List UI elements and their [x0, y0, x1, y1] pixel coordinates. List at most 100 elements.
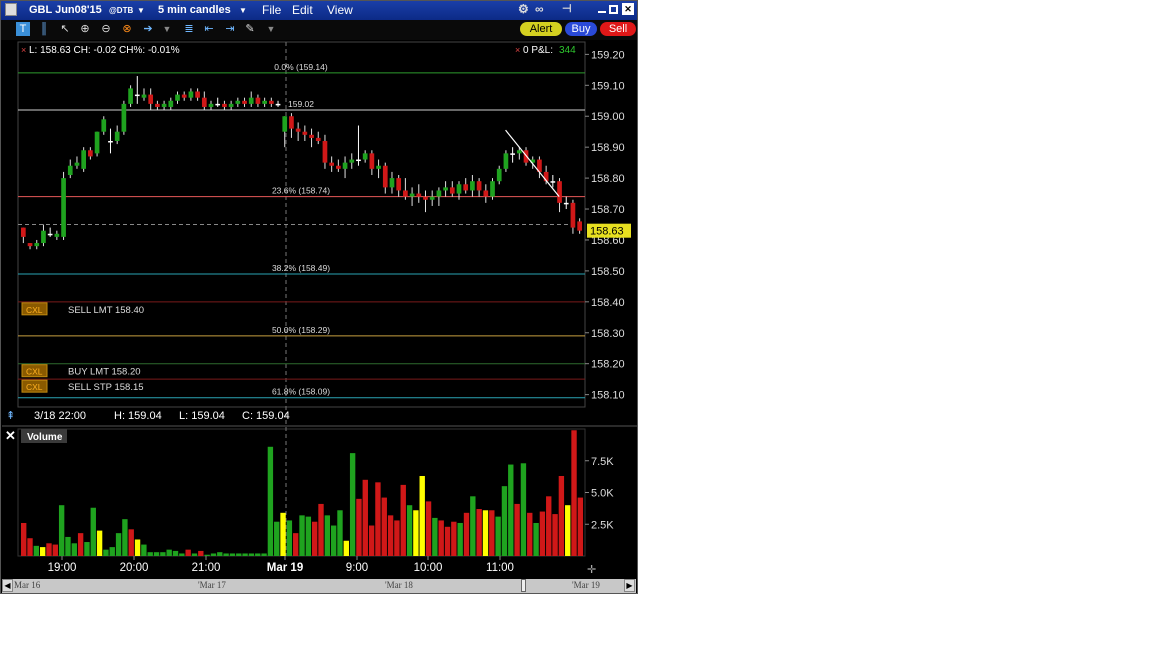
volume-bar [90, 507, 96, 556]
volume-bar [210, 553, 217, 556]
candle-body [67, 165, 73, 176]
candle-body [516, 150, 522, 154]
volume-bar [432, 517, 438, 556]
candle-body [168, 100, 174, 107]
candle-body [557, 181, 562, 203]
order-label: SELL STP 158.15 [68, 382, 144, 393]
y-tick-label: 158.70 [591, 204, 625, 216]
volume-bar [438, 520, 444, 556]
volume-bar [520, 463, 527, 556]
candle-body [101, 119, 107, 132]
volume-bar [52, 544, 59, 556]
cancel-order-label: CXL [26, 305, 43, 315]
volume-bar [565, 505, 571, 556]
volume-bar [457, 522, 463, 556]
volume-bar [166, 549, 172, 556]
volume-bar [476, 509, 482, 556]
candle-body [550, 181, 556, 183]
scroll-label-mar18: 'Mar 18 [385, 580, 413, 590]
volume-bar [343, 540, 349, 556]
candle-body [128, 88, 133, 104]
volume-bar [229, 553, 236, 556]
candle-body [416, 193, 422, 197]
volume-bar [558, 475, 565, 556]
volume-bar [122, 519, 128, 556]
candle-body [289, 116, 294, 129]
x-tick-label: 10:00 [414, 562, 443, 574]
candle-body [423, 196, 428, 200]
volume-bar [508, 464, 514, 556]
volume-bar [419, 475, 425, 556]
close-pnl-icon[interactable]: × [515, 45, 520, 55]
ohlc-high: H: 159.04 [114, 410, 162, 422]
volume-bar [223, 553, 229, 556]
volume-bar [128, 529, 134, 556]
y-tick-label: 158.40 [591, 297, 625, 309]
candle-body [148, 94, 154, 104]
candle-body [175, 94, 180, 101]
volume-bar [311, 521, 318, 556]
candle-body [496, 168, 502, 182]
candle-body [134, 94, 140, 97]
pnl-value: 344 [559, 45, 576, 56]
trend-line [505, 129, 560, 198]
volume-bar [261, 553, 267, 556]
x-tick-label: 11:00 [486, 562, 514, 574]
volume-bar [495, 516, 501, 556]
candle-body [61, 178, 66, 237]
move-handle-icon[interactable]: ✛ [587, 564, 596, 576]
order-label: SELL LMT 158.40 [68, 305, 144, 316]
volume-bar [77, 533, 84, 556]
pnl-label: 0 P&L: [523, 45, 553, 56]
y-tick-label: 159.20 [591, 49, 625, 61]
volume-bar [286, 520, 293, 556]
candle-body [81, 150, 87, 169]
level-label: 159.02 [288, 99, 314, 109]
x-tick-label: Mar 19 [267, 562, 303, 574]
volume-bar [248, 553, 255, 556]
volume-bar [217, 552, 223, 556]
crosshair-pin-icon[interactable]: ⇞ [6, 410, 15, 422]
candle-body [114, 131, 120, 141]
volume-bar [109, 547, 115, 556]
volume-bar [58, 505, 65, 556]
y-tick-label: 158.10 [591, 390, 625, 402]
volume-bar [330, 525, 337, 556]
candle-body [47, 233, 53, 236]
candle-body [94, 131, 100, 154]
volume-bar [191, 553, 198, 556]
volume-bar [267, 446, 274, 556]
y-tick-label: 158.50 [591, 266, 625, 278]
volume-bar [451, 521, 457, 556]
volume-bar [337, 510, 343, 556]
candle-body [74, 162, 80, 166]
candle-body [369, 153, 375, 169]
volume-bar [242, 553, 248, 556]
volume-bar [381, 497, 387, 556]
candle-body [27, 243, 33, 247]
price-chart[interactable]: 0.0% (159.14) 159.02 23.6% (158.74) 38.2% (… [1, 1, 637, 579]
volume-bar [27, 538, 33, 556]
volume-bar [368, 525, 375, 556]
volume-bar [160, 552, 166, 556]
time-scrollbar[interactable]: ◀ Mar 16 'Mar 17 'Mar 18 'Mar 19 ▶ [2, 579, 636, 593]
x-tick-label: 21:00 [192, 562, 221, 574]
level-label: 0.0% (159.14) [274, 62, 328, 72]
volume-bar [21, 522, 27, 556]
candle-body [315, 137, 321, 141]
volume-bar [46, 543, 52, 556]
close-volume-icon[interactable]: ✕ [5, 428, 16, 443]
volume-bar [470, 496, 476, 556]
candle-body [275, 103, 281, 106]
scroll-thumb[interactable] [521, 579, 526, 592]
candle-body [409, 193, 415, 197]
close-quote-icon[interactable]: × [21, 45, 26, 55]
scroll-left-icon[interactable]: ◀ [2, 579, 13, 592]
candle-body [248, 97, 254, 104]
candle-body [476, 181, 482, 191]
volume-bar [318, 503, 324, 556]
candle-body [389, 178, 395, 188]
volume-bar [280, 512, 286, 556]
scroll-right-button-icon[interactable]: ▶ [624, 579, 635, 592]
candle-body [510, 153, 515, 155]
